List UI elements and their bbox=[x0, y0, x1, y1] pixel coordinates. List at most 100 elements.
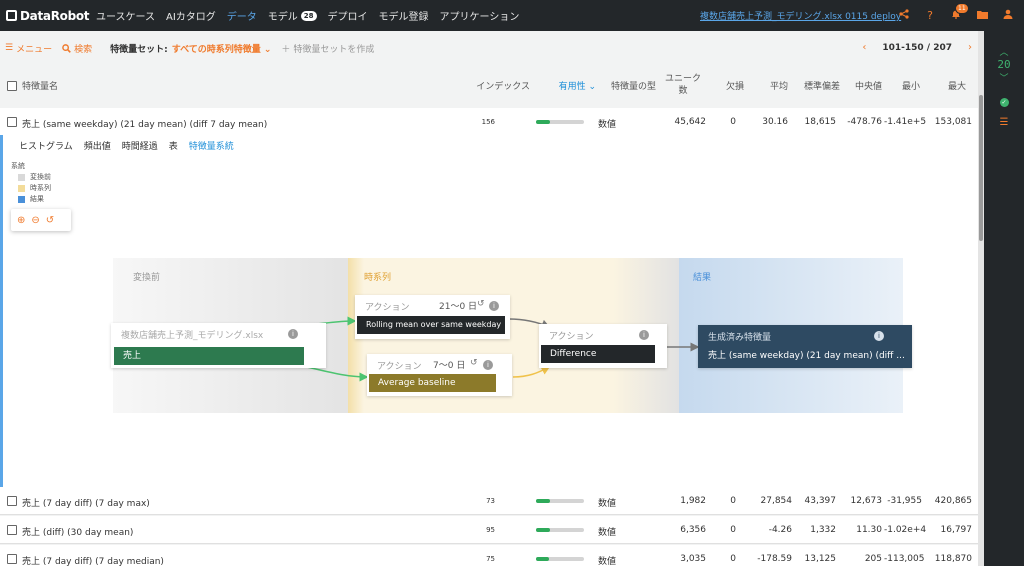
info-icon[interactable]: i bbox=[639, 330, 649, 340]
table-header: 特徴量名 インデックス 有用性 ⌄ 特徴量の型 ユニーク数 欠損 平均 標準偏差… bbox=[0, 68, 978, 104]
row-missing: 0 bbox=[730, 117, 736, 127]
col-min[interactable]: 最小 bbox=[890, 81, 920, 93]
row-median: 11.30 bbox=[856, 525, 882, 535]
row-feature-name[interactable]: 売上 (diff) (30 day mean) bbox=[22, 525, 133, 538]
create-featureset-button[interactable]: ＋ 特徴量セットを作成 bbox=[281, 42, 374, 55]
chevron-up-icon[interactable]: ︿ bbox=[984, 45, 1024, 58]
col-index[interactable]: インデックス bbox=[470, 81, 530, 93]
output-feature-node[interactable]: 生成済み特徴量 i 売上 (same weekday) (21 day mean… bbox=[698, 325, 912, 368]
table-row[interactable]: 売上 (same weekday) (21 day mean) (diff 7 … bbox=[0, 108, 978, 136]
table-row[interactable]: 売上 (7 day diff) (7 day max) 73 数値 1,982 … bbox=[0, 487, 978, 515]
row-max: 153,081 bbox=[934, 117, 972, 127]
select-all-checkbox[interactable] bbox=[7, 81, 17, 91]
col-unique[interactable]: ユニーク数 bbox=[660, 73, 706, 97]
chevron-down-icon[interactable]: ﹀ bbox=[984, 71, 1024, 84]
col-unique-line2: 数 bbox=[678, 86, 688, 96]
row-std: 1,332 bbox=[810, 525, 836, 535]
row-median: 205 bbox=[864, 554, 882, 564]
arrow-source-to-baseline bbox=[306, 366, 369, 382]
col-missing[interactable]: 欠損 bbox=[712, 81, 744, 93]
featureset-label: 特徴量セット: bbox=[110, 44, 168, 55]
col-max[interactable]: 最大 bbox=[930, 81, 966, 93]
table-row[interactable]: 売上 (7 day diff) (7 day median) 75 数値 3,0… bbox=[0, 545, 978, 566]
row-checkbox[interactable] bbox=[7, 496, 17, 506]
row-median: 12,673 bbox=[850, 496, 883, 506]
next-page-icon[interactable]: › bbox=[962, 42, 978, 53]
nav-data[interactable]: データ bbox=[227, 8, 257, 23]
info-icon[interactable]: i bbox=[483, 360, 493, 370]
feature-toolbar: ☰ メニュー 検索 特徴量セット: すべての時系列特徴量 ⌄ ＋ 特徴量セットを作… bbox=[0, 31, 978, 65]
col-feature-type[interactable]: 特徴量の型 bbox=[600, 81, 656, 93]
action-window-range: 7〜0 日 bbox=[433, 361, 466, 371]
info-icon[interactable]: i bbox=[288, 329, 298, 339]
search-icon bbox=[62, 43, 71, 53]
top-navigation-bar: DataRobot ユースケース AIカタログ データ モデル 28 デプロイ モ… bbox=[0, 0, 1024, 31]
col-importance[interactable]: 有用性 ⌄ bbox=[536, 81, 596, 93]
row-missing: 0 bbox=[730, 554, 736, 564]
table-row[interactable]: 売上 (diff) (30 day mean) 95 数値 6,356 0 -4… bbox=[0, 516, 978, 544]
datarobot-logo[interactable]: DataRobot bbox=[6, 9, 90, 23]
menu-button[interactable]: ☰ メニュー bbox=[5, 42, 52, 55]
row-index: 156 bbox=[481, 118, 495, 126]
check-circle-icon[interactable]: ✓ bbox=[999, 98, 1009, 107]
nav-applications[interactable]: アプリケーション bbox=[440, 8, 520, 23]
col-feature-name[interactable]: 特徴量名 bbox=[22, 81, 58, 93]
action-operation-label: Rolling mean over same weekday bbox=[357, 316, 505, 334]
row-max: 118,870 bbox=[934, 554, 972, 564]
col-mean[interactable]: 平均 bbox=[752, 81, 788, 93]
prev-page-icon[interactable]: ‹ bbox=[856, 42, 872, 53]
notifications-icon[interactable]: 11 bbox=[950, 3, 969, 22]
worker-count[interactable]: 20 bbox=[984, 58, 1024, 71]
col-median[interactable]: 中央値 bbox=[846, 81, 882, 93]
share-icon[interactable] bbox=[898, 9, 910, 22]
row-feature-name[interactable]: 売上 (7 day diff) (7 day max) bbox=[22, 496, 150, 509]
search-button[interactable]: 検索 bbox=[62, 42, 92, 55]
col-std[interactable]: 標準偏差 bbox=[792, 81, 840, 93]
action-node-average-baseline[interactable]: アクション 7〜0 日 ↺ i Average baseline bbox=[367, 354, 512, 396]
nav-models[interactable]: モデル 28 bbox=[268, 8, 317, 23]
scrollbar-thumb[interactable] bbox=[979, 95, 983, 241]
row-checkbox[interactable] bbox=[7, 554, 17, 564]
action-window-range: 21〜0 日 bbox=[439, 302, 478, 312]
row-unique: 1,982 bbox=[680, 496, 706, 506]
output-feature-name: 売上 (same weekday) (21 day mean) (diff ..… bbox=[708, 351, 905, 361]
row-checkbox[interactable] bbox=[7, 117, 17, 127]
row-median: -478.76 bbox=[847, 117, 882, 127]
row-mean: 27,854 bbox=[760, 496, 793, 506]
row-mean: -4.26 bbox=[768, 525, 792, 535]
create-featureset-label: 特徴量セットを作成 bbox=[293, 44, 375, 55]
folder-icon[interactable] bbox=[976, 9, 988, 22]
row-feature-type: 数値 bbox=[598, 528, 617, 538]
row-missing: 0 bbox=[730, 496, 736, 506]
nav-ai-catalog[interactable]: AIカタログ bbox=[166, 8, 216, 23]
info-icon[interactable]: i bbox=[874, 331, 884, 341]
featureset-dropdown[interactable]: すべての時系列特徴量 ⌄ bbox=[172, 42, 272, 55]
featureset-value: すべての時系列特徴量 bbox=[171, 44, 261, 55]
col-importance-label: 有用性 bbox=[558, 82, 586, 92]
hamburger-icon: ☰ bbox=[5, 43, 14, 53]
row-missing: 0 bbox=[730, 525, 736, 535]
search-label: 検索 bbox=[74, 44, 93, 55]
row-unique: 6,356 bbox=[680, 525, 706, 535]
history-icon: ↺ bbox=[477, 299, 485, 309]
user-avatar-icon[interactable] bbox=[1002, 9, 1014, 22]
nav-deployments[interactable]: デプロイ bbox=[328, 8, 368, 23]
importance-bar-fill bbox=[536, 557, 550, 561]
row-std: 18,615 bbox=[804, 117, 837, 127]
history-icon: ↺ bbox=[470, 358, 478, 368]
nav-model-registry[interactable]: モデル登録 bbox=[379, 8, 429, 23]
row-feature-name[interactable]: 売上 (same weekday) (21 day mean) (diff 7 … bbox=[22, 117, 267, 130]
nav-use-cases[interactable]: ユースケース bbox=[96, 8, 155, 23]
help-icon[interactable]: ? bbox=[924, 9, 936, 22]
project-dataset-link[interactable]: 複数店舗売上予測_モデリング.xlsx 0115 deploy bbox=[700, 9, 901, 22]
action-node-difference[interactable]: アクション i Difference bbox=[539, 324, 667, 368]
info-icon[interactable]: i bbox=[489, 301, 499, 311]
row-index: 95 bbox=[486, 526, 495, 534]
action-node-rolling-mean[interactable]: アクション 21〜0 日 ↺ i Rolling mean over same … bbox=[355, 295, 510, 339]
importance-bar-fill bbox=[536, 499, 551, 503]
row-std: 43,397 bbox=[804, 496, 837, 506]
source-node[interactable]: 複数店舗売上予測_モデリング.xlsx i 売上 bbox=[111, 323, 326, 368]
row-checkbox[interactable] bbox=[7, 525, 17, 535]
row-feature-name[interactable]: 売上 (7 day diff) (7 day median) bbox=[22, 554, 164, 566]
list-icon[interactable]: ☰ bbox=[984, 117, 1024, 128]
